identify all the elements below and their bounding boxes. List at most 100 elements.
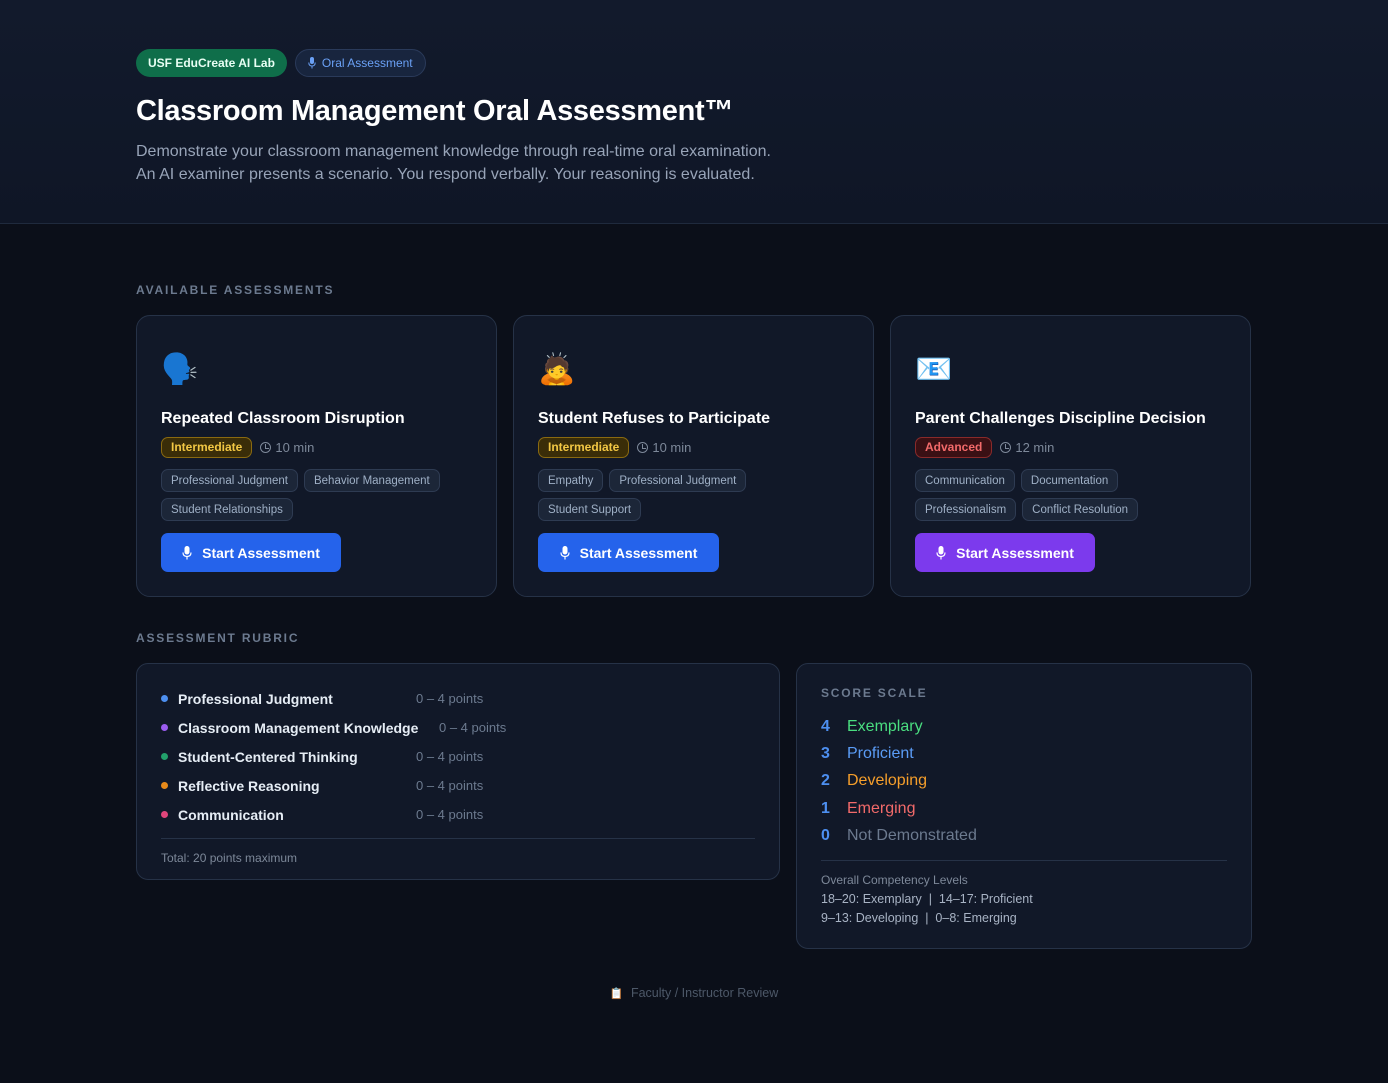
start-assessment-button[interactable]: Start Assessment (538, 533, 719, 572)
score-level: 2 Developing (821, 768, 1227, 795)
score-value: 4 (821, 717, 830, 735)
score-value: 0 (821, 826, 830, 844)
duration-label: 12 min (1015, 439, 1055, 455)
score-label: Emerging (847, 799, 916, 817)
rubric-criterion: Professional Judgment 0 – 4 points (161, 684, 755, 713)
duration-label: 10 min (275, 439, 315, 455)
skill-tag: Professional Judgment (609, 469, 747, 492)
available-assessments-heading: AVAILABLE ASSESSMENTS (136, 283, 335, 297)
score-level: 0 Not Demonstrated (821, 822, 1227, 849)
subtitle-line-1: Demonstrate your classroom management kn… (136, 143, 771, 160)
microphone-icon (182, 545, 192, 559)
criterion-dot (161, 811, 168, 818)
difficulty-badge: Intermediate (538, 436, 630, 458)
skill-tag: Student Relationships (161, 498, 293, 521)
assessment-cards: 🗣️ Repeated Classroom Disruption Interme… (136, 315, 1251, 597)
assessment-rubric-heading: ASSESSMENT RUBRIC (136, 631, 300, 645)
criterion-dot (161, 782, 168, 789)
assessment-card-classroom-disruption: 🗣️ Repeated Classroom Disruption Interme… (136, 315, 497, 597)
criterion-name: Reflective Reasoning (178, 777, 320, 794)
criterion-points: 0 – 4 points (416, 778, 484, 793)
microphone-icon (308, 56, 316, 68)
duration: 12 min (1000, 440, 1054, 455)
rubric-criterion: Communication 0 – 4 points (161, 800, 755, 829)
skill-tag: Empathy (538, 469, 604, 492)
difficulty-badge: Intermediate (161, 436, 253, 458)
criterion-name: Classroom Management Knowledge (178, 719, 419, 736)
skill-tag: Behavior Management (303, 469, 440, 492)
score-scale-divider (821, 860, 1227, 862)
clock-icon (260, 441, 272, 453)
bowing-person-icon: 🙇 (538, 352, 576, 387)
oral-assessment-badge-label: Oral Assessment (321, 55, 413, 70)
score-label: Exemplary (847, 717, 923, 735)
score-scale-list: 4 Exemplary 3 Proficient 2 Developing 1 … (821, 713, 1227, 849)
assessment-meta: Intermediate 10 min (538, 436, 849, 458)
skill-tag: Professionalism (915, 498, 1017, 521)
duration: 10 min (637, 440, 691, 455)
clipboard-icon: 📋 (609, 988, 624, 1000)
skill-tags: Empathy Professional Judgment Student Su… (538, 469, 838, 521)
rubric-criterion: Classroom Management Knowledge 0 – 4 poi… (161, 713, 755, 742)
assessment-card-refuses-participate: 🙇 Student Refuses to Participate Interme… (513, 315, 874, 597)
score-value: 3 (821, 744, 830, 762)
start-assessment-label: Start Assessment (202, 544, 320, 561)
assessment-title: Parent Challenges Discipline Decision (915, 410, 1206, 427)
criterion-name: Communication (178, 806, 284, 823)
start-assessment-button[interactable]: Start Assessment (915, 533, 1095, 572)
header-badges: USF EduCreate AI Lab Oral Assessment (136, 48, 1252, 77)
criterion-name: Professional Judgment (178, 690, 333, 707)
clock-icon (637, 441, 649, 453)
skill-tags: Professional Judgment Behavior Managemen… (161, 469, 461, 521)
oral-assessment-badge: Oral Assessment (294, 48, 426, 77)
page-subtitle: Demonstrate your classroom management kn… (136, 140, 1252, 186)
score-value: 2 (821, 772, 830, 790)
criterion-dot (161, 724, 168, 731)
score-label: Developing (847, 772, 928, 790)
start-assessment-label: Start Assessment (956, 544, 1074, 561)
rubric-criterion: Reflective Reasoning 0 – 4 points (161, 771, 755, 800)
start-assessment-label: Start Assessment (579, 544, 698, 561)
difficulty-badge: Advanced (915, 436, 993, 458)
start-assessment-button[interactable]: Start Assessment (161, 533, 341, 572)
criterion-points: 0 – 4 points (416, 749, 484, 764)
score-label: Proficient (847, 744, 914, 762)
skill-tag: Conflict Resolution (1022, 498, 1139, 521)
skill-tags: Communication Documentation Professional… (915, 469, 1215, 521)
speaking-head-icon: 🗣️ (161, 352, 199, 387)
rubric-divider (161, 838, 755, 839)
criterion-points: 0 – 4 points (439, 720, 507, 735)
duration-label: 10 min (652, 439, 692, 455)
criterion-points: 0 – 4 points (416, 807, 484, 822)
criterion-dot (161, 695, 168, 702)
page-header: USF EduCreate AI Lab Oral Assessment Cla… (0, 0, 1388, 224)
microphone-icon (560, 545, 570, 559)
assessment-title: Repeated Classroom Disruption (161, 410, 405, 427)
rubric-total: Total: 20 points maximum (161, 851, 298, 865)
assessment-card-parent-challenges: 📧 Parent Challenges Discipline Decision … (890, 315, 1251, 597)
faculty-review-link[interactable]: 📋 Faculty / Instructor Review (0, 986, 1388, 1000)
overall-levels-line: 18–20: Exemplary | 14–17: Proficient (821, 892, 1033, 907)
criterion-points: 0 – 4 points (416, 691, 484, 706)
score-scale-panel: SCORE SCALE 4 Exemplary 3 Proficient 2 D… (796, 663, 1252, 949)
overall-levels-line: 9–13: Developing | 0–8: Emerging (821, 911, 1017, 926)
assessment-title: Student Refuses to Participate (538, 410, 771, 427)
score-level: 1 Emerging (821, 795, 1227, 822)
criterion-dot (161, 753, 168, 760)
lab-badge: USF EduCreate AI Lab (136, 48, 287, 77)
skill-tag: Student Support (538, 498, 642, 521)
score-level: 4 Exemplary (821, 713, 1227, 740)
email-icon: 📧 (915, 352, 953, 387)
rubric-criterion: Student-Centered Thinking 0 – 4 points (161, 742, 755, 771)
criterion-name: Student-Centered Thinking (178, 748, 358, 765)
score-level: 3 Proficient (821, 740, 1227, 767)
page-title: Classroom Management Oral Assessment™ (136, 95, 734, 127)
microphone-icon (936, 545, 946, 559)
subtitle-line-2: An AI examiner presents a scenario. You … (136, 166, 755, 183)
assessment-meta: Advanced 12 min (915, 436, 1226, 458)
score-value: 1 (821, 799, 830, 817)
score-scale-title: SCORE SCALE (821, 686, 928, 700)
rubric-panel: Professional Judgment 0 – 4 points Class… (136, 663, 780, 880)
skill-tag: Professional Judgment (161, 469, 298, 492)
skill-tag: Documentation (1020, 469, 1119, 492)
